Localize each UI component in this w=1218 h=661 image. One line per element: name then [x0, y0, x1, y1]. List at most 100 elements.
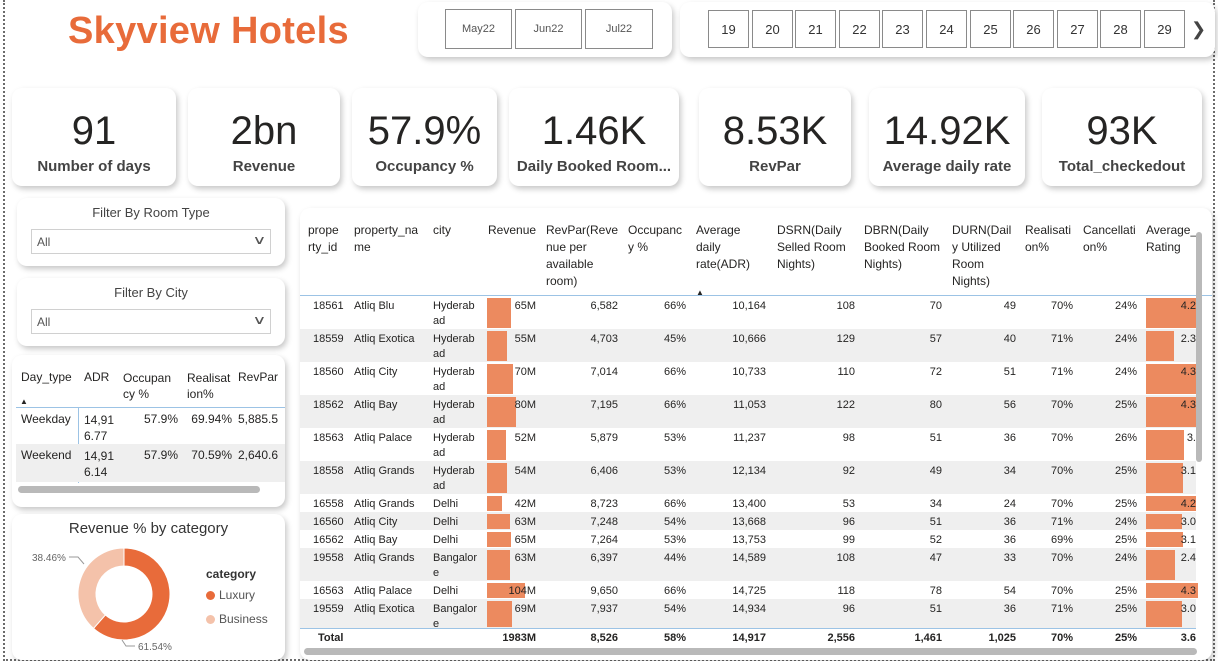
legend-item-business[interactable]: Business — [206, 612, 268, 626]
property-name-cell: Atliq Exotica — [354, 603, 415, 615]
month-button[interactable]: Jun22 — [515, 9, 582, 49]
column-header[interactable]: Cancellati on% — [1083, 222, 1139, 256]
table-row[interactable]: Weekday 14,91 6.77 57.9% 69.94% 5,885.5 — [16, 408, 285, 444]
sort-up-icon[interactable]: ▲ — [20, 397, 28, 406]
dbrn-cell: 49 — [929, 465, 942, 477]
city-cell: Hyderab ad — [433, 366, 475, 393]
column-header[interactable]: Realisat ion% — [187, 370, 233, 402]
day-button[interactable]: 22 — [839, 10, 880, 48]
horizontal-scrollbar[interactable] — [18, 486, 260, 493]
legend-item-luxury[interactable]: Luxury — [206, 588, 255, 602]
column-header[interactable]: Occupan cy % — [123, 370, 177, 402]
day-button[interactable]: 19 — [708, 10, 749, 48]
room-type-filter: Filter By Room Type All ∨ — [17, 198, 285, 266]
durn-cell: 36 — [1003, 432, 1016, 444]
column-header[interactable]: Revenue — [488, 222, 536, 239]
table-row[interactable]: 18563 Atliq Palace Hyderab ad 52M 5,879 53% 11… — [300, 428, 1196, 461]
column-header[interactable]: city — [433, 222, 451, 239]
total-realisation: 70% — [1050, 632, 1073, 644]
column-header[interactable]: RevPar(Reve nue per available room) — [546, 222, 622, 290]
durn-cell: 36 — [1003, 603, 1016, 615]
vertical-scrollbar[interactable] — [1196, 232, 1202, 462]
column-header[interactable]: RevPar — [238, 370, 278, 384]
month-slicer: May22 Jun22 Jul22 — [418, 2, 672, 57]
realisation-cell: 71% — [1050, 366, 1073, 378]
day-button[interactable]: 25 — [970, 10, 1011, 48]
realisation-cell: 70% — [1050, 399, 1073, 411]
day-button[interactable]: 27 — [1057, 10, 1098, 48]
table-row[interactable]: 18560 Atliq City Hyderab ad 70M 7,014 66% 10,7… — [300, 362, 1198, 395]
day-button[interactable]: 20 — [752, 10, 793, 48]
revpar-cell: 7,195 — [590, 399, 618, 411]
table-row[interactable]: 18561 Atliq Blu Hyderab ad 65M 6,582 66% 10,16… — [300, 296, 1196, 329]
rating-cell: 4.3 — [1180, 585, 1196, 597]
dsrn-cell: 108 — [836, 552, 855, 564]
city-cell: Delhi — [433, 516, 459, 528]
day-button[interactable]: 26 — [1013, 10, 1054, 48]
month-button[interactable]: May22 — [445, 9, 512, 49]
revenue-cell: 63M — [514, 552, 536, 564]
kpi-value: 14.92K — [883, 109, 1011, 153]
cancellation-cell: 24% — [1114, 552, 1137, 564]
rating-cell: 3.0 — [1180, 603, 1196, 615]
dsrn-cell: 118 — [837, 585, 855, 597]
city-cell: Delhi — [433, 585, 459, 597]
legend-title: category — [206, 567, 257, 581]
revenue-cell: 54M — [514, 465, 536, 477]
table-row[interactable]: 18558 Atliq Grands Hyderab ad 54M 6,406 53% 12… — [300, 461, 1196, 494]
donut-slice-business[interactable] — [77, 547, 125, 630]
table-row[interactable]: 18559 Atliq Exotica Hyderab ad 55M 4,703 45% 1… — [300, 329, 1196, 362]
city-cell: Hyderab ad — [433, 432, 475, 459]
revpar-cell: 8,723 — [590, 498, 618, 510]
table-row[interactable]: 16558 Atliq Grands Delhi 42M 8,723 66% 13,400 5… — [300, 494, 1196, 512]
kpi-value: 1.46K — [541, 109, 647, 153]
day-button[interactable]: 29 — [1144, 10, 1185, 48]
realisation-cell: 70% — [1050, 432, 1073, 444]
kpi-label: Occupancy % — [375, 158, 474, 175]
day-button[interactable]: 21 — [795, 10, 836, 48]
table-row[interactable]: 18562 Atliq Bay Hyderab ad 80M 7,195 66% 11,05… — [300, 395, 1198, 428]
total-durn: 1,025 — [988, 632, 1016, 644]
month-button[interactable]: Jul22 — [585, 9, 653, 49]
room-type-dropdown[interactable]: All ∨ — [31, 229, 271, 254]
column-header[interactable]: Occupanc y % — [628, 222, 690, 256]
column-header[interactable]: Realisati on% — [1025, 222, 1077, 256]
revenue-cell: 63M — [514, 516, 536, 528]
realisation-cell: 70% — [1050, 465, 1073, 477]
chevron-right-icon[interactable]: ❯ — [1191, 19, 1206, 40]
table-row[interactable]: 19558 Atliq Grands Bangalor e 63M 6,397 44% 14… — [300, 548, 1196, 581]
table-row[interactable]: 16560 Atliq City Delhi 63M 7,248 54% 13,668 96 5… — [300, 512, 1196, 530]
revpar-cell: 7,014 — [590, 366, 618, 378]
column-header[interactable]: Average_ Rating — [1146, 222, 1197, 256]
column-header[interactable]: Day_type — [21, 370, 72, 384]
table-row[interactable]: Weekend 14,91 6.14 57.9% 70.59% 2,640.6 — [16, 444, 285, 482]
adr-cell: 12,134 — [732, 465, 766, 477]
revenue-cell: 65M — [514, 534, 536, 546]
column-header[interactable]: prope rty_id — [308, 222, 344, 256]
day-button[interactable]: 24 — [926, 10, 967, 48]
revpar-cell: 7,248 — [590, 516, 618, 528]
occupancy-cell: 57.9% — [143, 448, 178, 462]
revenue-cell: 42M — [514, 498, 536, 510]
table-row[interactable]: 19559 Atliq Exotica Bangalor e 69M 7,937 54% 1… — [300, 599, 1196, 630]
column-header[interactable]: DSRN(Daily Selled Room Nights) — [777, 222, 857, 273]
horizontal-scrollbar[interactable] — [304, 648, 1197, 655]
revpar-cell: 9,650 — [590, 585, 618, 597]
column-header[interactable]: DBRN(Daily Booked Room Nights) — [864, 222, 944, 273]
city-dropdown[interactable]: All ∨ — [31, 309, 271, 334]
column-header[interactable]: property_na me — [354, 222, 430, 256]
adr-cell: 14,934 — [732, 603, 766, 615]
durn-cell: 33 — [1003, 552, 1016, 564]
property-id-cell: 16558 — [313, 498, 344, 510]
day-button[interactable]: 28 — [1100, 10, 1141, 48]
column-header[interactable]: DURN(Dail y Utilized Room Nights) — [952, 222, 1018, 290]
table-row[interactable]: 16562 Atliq Bay Delhi 65M 7,264 53% 13,753 99 52… — [300, 530, 1196, 548]
day-button[interactable]: 23 — [882, 10, 923, 48]
property-name-cell: Atliq Exotica — [354, 333, 415, 345]
dbrn-cell: 80 — [929, 399, 942, 411]
column-header[interactable]: Average daily rate(ADR) — [696, 222, 758, 273]
table-row[interactable]: 16563 Atliq Palace Delhi 104M 9,650 66% 14,725… — [300, 581, 1198, 599]
column-header[interactable]: ADR — [84, 370, 109, 384]
property-id-cell: 16563 — [313, 585, 344, 597]
cancellation-cell: 25% — [1114, 585, 1137, 597]
